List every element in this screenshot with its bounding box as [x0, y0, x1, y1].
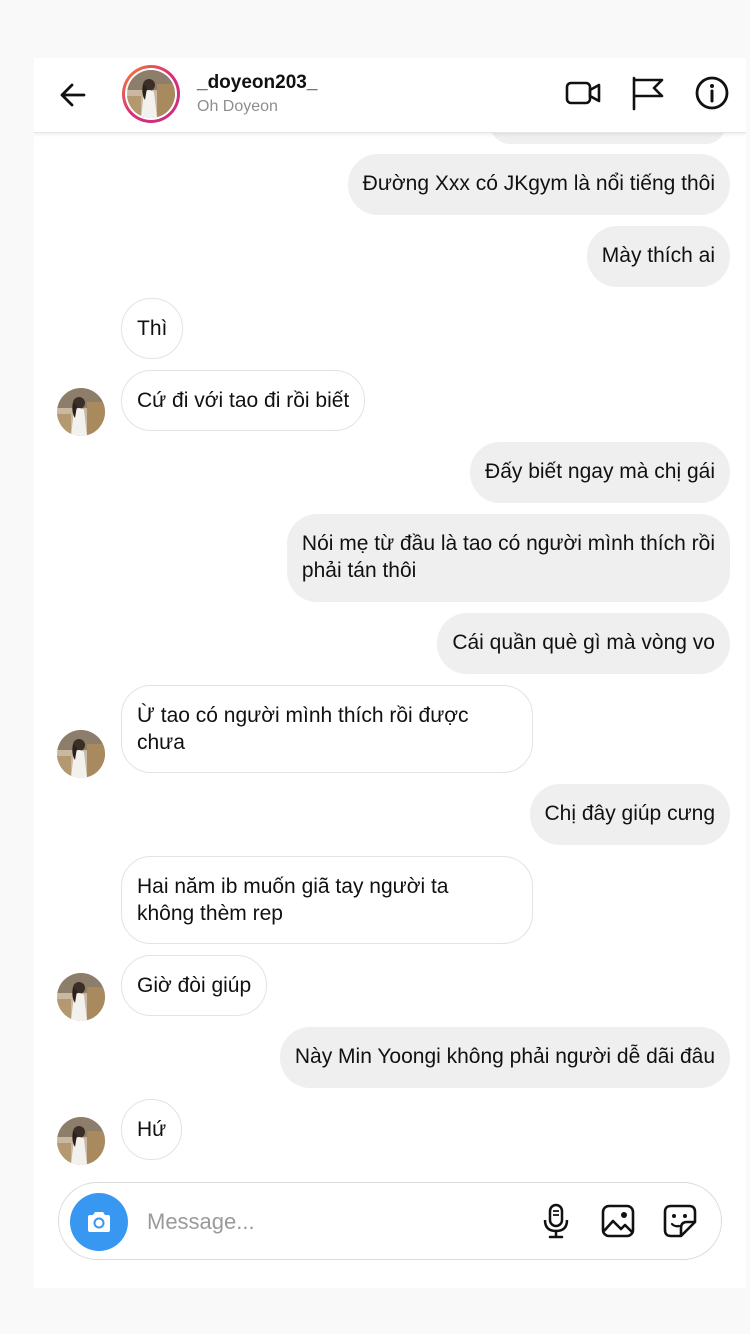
sender-avatar[interactable]	[57, 1117, 105, 1165]
message-text-line: Hai năm ib muốn giã tay người ta	[137, 875, 449, 898]
info-icon[interactable]	[693, 74, 731, 112]
message-bubble-outgoing[interactable]: Đường Xxx có JKgym là nổi tiếng thôi	[347, 154, 730, 215]
chat-fullname: Oh Doyeon	[197, 98, 278, 115]
message-text-line: chưa	[137, 731, 185, 754]
message-bubble-outgoing[interactable]: Đấy biết ngay mà chị gái	[470, 442, 730, 503]
chat-username[interactable]: _doyeon203_	[197, 72, 317, 94]
message-bubble-outgoing[interactable]: Cái quần què gì mà vòng vo	[437, 613, 730, 674]
chat-screen: _doyeon203_ Oh Doyeon Đường Xxx có JKgym…	[34, 58, 746, 1288]
message-bubble-incoming[interactable]: Thì	[121, 298, 184, 359]
sender-avatar[interactable]	[57, 730, 105, 778]
message-text: Giờ đòi giúp	[137, 974, 252, 997]
message-bubble-outgoing[interactable]: Này Min Yoongi không phải người dễ dãi đ…	[279, 1027, 730, 1088]
message-bubble-incoming[interactable]: Cứ đi với tao đi rồi biết	[121, 370, 366, 431]
message-text: Đường Xxx có JKgym là nổi tiếng thôi	[362, 172, 715, 195]
message-bubble-outgoing[interactable]: Nói mẹ từ đầu là tao có người mình thích…	[286, 514, 730, 602]
microphone-icon[interactable]	[537, 1202, 575, 1240]
message-text: Cái quần què gì mà vòng vo	[452, 631, 715, 654]
gallery-icon[interactable]	[599, 1202, 637, 1240]
message-bubble-incoming[interactable]: Ừ tao có người mình thích rồi được chưa	[121, 685, 533, 773]
back-arrow-icon[interactable]	[56, 78, 90, 112]
message-text-line: không thèm rep	[137, 902, 283, 925]
profile-avatar[interactable]	[122, 65, 180, 123]
sticker-icon[interactable]	[661, 1202, 699, 1240]
message-text-line: Ừ tao có người mình thích rồi được	[137, 704, 469, 727]
message-text-line: phải tán thôi	[301, 559, 417, 582]
message-bubble-incoming[interactable]: Hai năm ib muốn giã tay người ta không t…	[121, 856, 533, 944]
flag-icon[interactable]	[628, 74, 666, 112]
message-text-line: Nói mẹ từ đầu là tao có người mình thích…	[301, 532, 715, 555]
message-bubble-incoming[interactable]: Hứ	[121, 1099, 183, 1160]
message-composer	[58, 1182, 722, 1260]
message-bubble-outgoing[interactable]: Mày thích ai	[586, 226, 730, 287]
video-call-icon[interactable]	[564, 74, 602, 112]
camera-icon	[88, 1212, 110, 1232]
chat-header: _doyeon203_ Oh Doyeon	[34, 58, 746, 133]
sender-avatar[interactable]	[57, 388, 105, 436]
message-input[interactable]	[145, 1203, 529, 1241]
message-text: Thì	[137, 317, 168, 340]
message-bubble-incoming[interactable]: Giờ đòi giúp	[121, 955, 268, 1016]
message-text: Cứ đi với tao đi rồi biết	[137, 389, 350, 412]
message-text: Mày thích ai	[601, 244, 715, 267]
message-text: Hứ	[137, 1118, 167, 1141]
message-text: Này Min Yoongi không phải người dễ dãi đ…	[294, 1045, 715, 1068]
message-text: Đấy biết ngay mà chị gái	[485, 460, 715, 483]
message-text: Chị đây giúp cưng	[544, 802, 716, 825]
camera-button[interactable]	[70, 1193, 128, 1251]
sender-avatar[interactable]	[57, 973, 105, 1021]
message-bubble-outgoing[interactable]: Chị đây giúp cưng	[529, 784, 730, 845]
